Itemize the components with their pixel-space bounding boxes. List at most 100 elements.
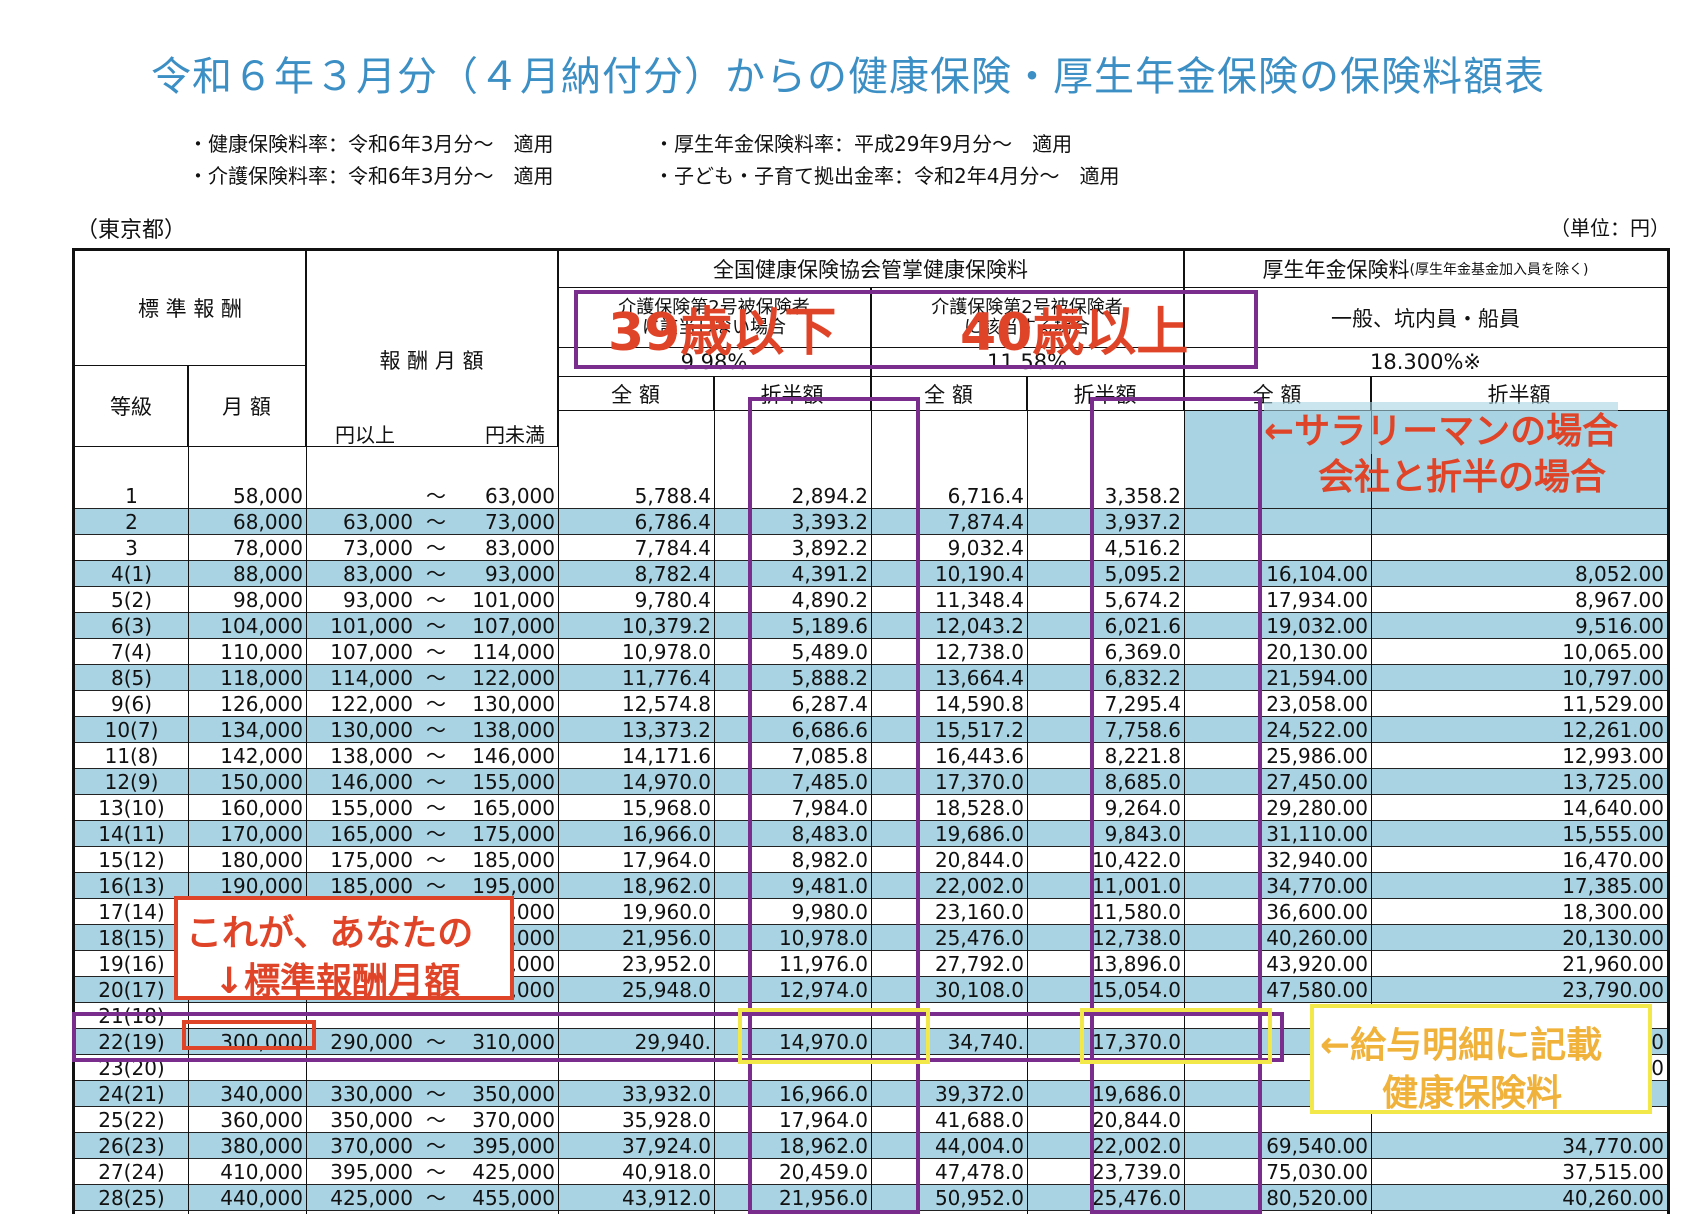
- table-cell: 360,000: [188, 1107, 306, 1133]
- table-cell: ～: [416, 509, 456, 535]
- callout-payslip-line-1: ←給与明細に記載: [1320, 1025, 1603, 1066]
- header-standard-pay: 標 準 報 酬: [75, 251, 306, 366]
- table-cell: 122,000: [306, 691, 416, 717]
- note-child-rate: ・子ども・子育て拠出金率：令和2年4月分～ 適用: [654, 164, 1120, 188]
- table-cell: ～: [416, 1185, 456, 1211]
- col-divider: [558, 251, 559, 1214]
- table-cell: 160,000: [188, 795, 306, 821]
- table-cell: 395,000: [306, 1159, 416, 1185]
- rate-notes-right: ・厚生年金保険料率：平成29年9月分～ 適用 ・子ども・子育て拠出金率：令和2年…: [654, 128, 1119, 192]
- table-cell: 350,000: [306, 1107, 416, 1133]
- table-cell: ～: [416, 587, 456, 613]
- col-divider: [1027, 377, 1028, 1214]
- half-column-highlight-1: [748, 397, 920, 1214]
- table-cell: 35,928.0: [558, 1107, 714, 1133]
- table-cell: 10,379.2: [558, 613, 714, 639]
- table-cell: [1371, 509, 1667, 535]
- region-label: （東京都）: [76, 218, 187, 243]
- table-cell: 5(2): [75, 587, 188, 613]
- table-cell: 138,000: [306, 743, 416, 769]
- table-cell: 98,000: [188, 587, 306, 613]
- table-cell: 138,000: [456, 717, 558, 743]
- rate-notes-left: ・健康保険料率：令和6年3月分～ 適用 ・介護保険料率：令和6年3月分～ 適用: [188, 128, 553, 192]
- table-cell: 122,000: [456, 665, 558, 691]
- table-cell: 165,000: [456, 795, 558, 821]
- table-cell: 4(1): [75, 561, 188, 587]
- unit-label: （単位：円）: [1550, 216, 1670, 240]
- table-cell: 43,912.0: [558, 1185, 714, 1211]
- page-title: 令和６年３月分（４月納付分）からの健康保険・厚生年金保険の保険料額表: [151, 54, 1545, 100]
- table-cell: 28(25): [75, 1185, 188, 1211]
- table-cell: 440,000: [188, 1185, 306, 1211]
- table-cell: 11(8): [75, 743, 188, 769]
- table-cell: 8,967.00: [1371, 587, 1667, 613]
- table-cell: 16(13): [75, 873, 188, 899]
- table-cell: 93,000: [306, 587, 416, 613]
- col-divider: [188, 366, 189, 1214]
- table-cell: 18,300.00: [1371, 899, 1667, 925]
- table-cell: 6(3): [75, 613, 188, 639]
- col-divider: [714, 377, 715, 1214]
- table-cell: 10(7): [75, 717, 188, 743]
- table-cell: 114,000: [306, 665, 416, 691]
- annotation-company-half: 会社と折半の場合: [1318, 457, 1607, 498]
- table-cell: ～: [416, 821, 456, 847]
- table-cell: 14,970.0: [558, 769, 714, 795]
- table-cell: 155,000: [306, 795, 416, 821]
- table-cell: 18(15): [75, 925, 188, 951]
- table-cell: 9(6): [75, 691, 188, 717]
- payslip-highlight-2: [1080, 1008, 1272, 1064]
- table-cell: ～: [416, 795, 456, 821]
- table-cell: 16,470.00: [1371, 847, 1667, 873]
- table-cell: 130,000: [456, 691, 558, 717]
- table-cell: 17,964.0: [558, 847, 714, 873]
- table-cell: 150,000: [188, 769, 306, 795]
- table-cell: 26(23): [75, 1133, 188, 1159]
- table-cell: 12,261.00: [1371, 717, 1667, 743]
- table-cell: 21,956.0: [558, 925, 714, 951]
- annotation-39-or-under: 39歳以下: [608, 303, 837, 363]
- table-cell: 73,000: [456, 509, 558, 535]
- table-cell: 37,515.00: [1371, 1159, 1667, 1185]
- table-cell: 170,000: [188, 821, 306, 847]
- table-cell: 380,000: [188, 1133, 306, 1159]
- table-cell: 15,555.00: [1371, 821, 1667, 847]
- table-cell: 107,000: [306, 639, 416, 665]
- table-cell: 34,770.00: [1371, 1133, 1667, 1159]
- table-cell: 107,000: [456, 613, 558, 639]
- table-cell: 25(22): [75, 1107, 188, 1133]
- table-cell: 134,000: [188, 717, 306, 743]
- table-cell: 1: [75, 447, 188, 509]
- table-cell: 14,640.00: [1371, 795, 1667, 821]
- note-care-rate: ・介護保険料率：令和6年3月分～ 適用: [188, 164, 554, 188]
- table-cell: 180,000: [188, 847, 306, 873]
- table-cell: 88,000: [188, 561, 306, 587]
- table-cell: 11,776.4: [558, 665, 714, 691]
- table-cell: 146,000: [306, 769, 416, 795]
- table-cell: 17,385.00: [1371, 873, 1667, 899]
- table-cell: 17(14): [75, 899, 188, 925]
- table-cell: 455,000: [456, 1185, 558, 1211]
- header-monthly: 月 額: [188, 366, 306, 447]
- table-cell: 6,786.4: [558, 509, 714, 535]
- table-cell: 73,000: [306, 535, 416, 561]
- table-cell: 16,966.0: [558, 821, 714, 847]
- table-cell: 78,000: [188, 535, 306, 561]
- table-cell: 25,948.0: [558, 977, 714, 1003]
- table-cell: 185,000: [456, 847, 558, 873]
- table-cell: 14(11): [75, 821, 188, 847]
- monthly-300000-highlight: [182, 1020, 316, 1050]
- table-cell: 9,780.4: [558, 587, 714, 613]
- table-cell: ～: [416, 535, 456, 561]
- table-cell: 13,373.2: [558, 717, 714, 743]
- table-cell: 33,932.0: [558, 1081, 714, 1107]
- table-cell: 142,000: [188, 743, 306, 769]
- header-pension-title: 厚生年金保険料 (厚生年金基金加入員を除く): [1184, 251, 1667, 288]
- table-cell: 23,790.00: [1371, 977, 1667, 1003]
- table-cell: 101,000: [456, 587, 558, 613]
- callout-line-2: ↓標準報酬月額: [214, 961, 461, 1002]
- table-cell: 10,065.00: [1371, 639, 1667, 665]
- table-cell: 175,000: [456, 821, 558, 847]
- table-cell: [306, 447, 416, 509]
- table-cell: 20,130.00: [1371, 925, 1667, 951]
